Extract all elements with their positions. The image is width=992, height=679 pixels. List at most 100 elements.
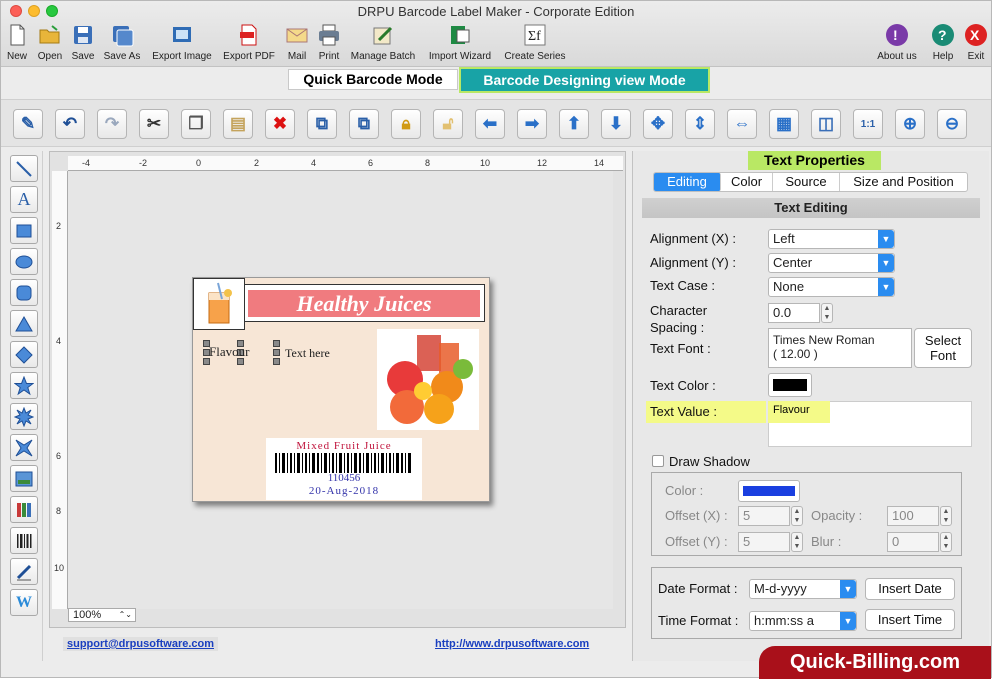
shadow-color-picker[interactable] (738, 480, 800, 502)
barcode-tool-button[interactable] (10, 527, 38, 554)
print-button[interactable]: Print (315, 21, 343, 65)
flavour-text[interactable]: Flavour (209, 344, 249, 360)
signature-tool-button[interactable] (10, 558, 38, 585)
blur-stepper[interactable]: ▲ ▼ (940, 532, 952, 552)
create-series-button[interactable]: Σf Create Series (502, 21, 568, 65)
tab-editing[interactable]: Editing (654, 173, 721, 191)
ruler-button[interactable]: ◫ (811, 109, 841, 139)
grid-button[interactable]: ▦ (769, 109, 799, 139)
selection-handle[interactable] (273, 340, 280, 347)
title-frame[interactable]: Healthy Juices (243, 284, 485, 322)
offset-y-input[interactable]: 5 (738, 532, 790, 552)
vertical-ruler: 2 4 6 8 10 (52, 171, 68, 609)
move-down-button[interactable]: ⬇ (601, 109, 631, 139)
new-button[interactable]: New (5, 21, 29, 65)
insert-time-button[interactable]: Insert Time (865, 609, 955, 631)
redo-button[interactable]: ↷ (97, 109, 127, 139)
opacity-input[interactable]: 100 (887, 506, 939, 526)
zoom-out-button[interactable]: ⊖ (937, 109, 967, 139)
move-right-button[interactable]: ➡ (517, 109, 547, 139)
tab-size-position[interactable]: Size and Position (840, 173, 967, 191)
triangle-tool-button[interactable] (10, 310, 38, 337)
center-button[interactable]: ✥ (643, 109, 673, 139)
print-label: Print (318, 51, 340, 62)
hruler-tick: 4 (311, 158, 317, 168)
character-spacing-input[interactable]: 0.0 (768, 303, 820, 323)
move-up-button[interactable]: ⬆ (559, 109, 589, 139)
bring-front-button[interactable]: ⧉ (307, 109, 337, 139)
selection-handle[interactable] (273, 358, 280, 365)
image-icon (15, 471, 33, 486)
delete-button[interactable]: ✖ (265, 109, 295, 139)
image-tool-button[interactable] (10, 465, 38, 492)
text-color-picker[interactable] (768, 373, 812, 397)
select-font-button[interactable]: Select Font (914, 328, 972, 368)
paste-button[interactable]: ▤ (223, 109, 253, 139)
unlock-button[interactable]: 🔓︎ (433, 109, 463, 139)
send-back-button[interactable]: ⧉ (349, 109, 379, 139)
library-tool-button[interactable] (10, 496, 38, 523)
align-horizontal-button[interactable]: ⇔ (727, 109, 757, 139)
alignment-x-select[interactable]: Left ▼ (768, 229, 895, 249)
export-image-button[interactable]: Export Image (149, 21, 215, 65)
character-spacing-stepper[interactable]: ▲ ▼ (821, 303, 833, 323)
website-link[interactable]: http://www.drpusoftware.com (435, 638, 589, 650)
burst-tool-button[interactable] (10, 403, 38, 430)
manage-batch-button[interactable]: Manage Batch (348, 21, 418, 65)
diamond-tool-button[interactable] (10, 341, 38, 368)
date-format-select[interactable]: M-d-yyyy ▼ (749, 579, 857, 599)
help-button[interactable]: ? Help (930, 21, 956, 65)
concave-star-tool-button[interactable] (10, 434, 38, 461)
align-vertical-button[interactable]: ⇕ (685, 109, 715, 139)
arrow-down-icon: ⬇ (608, 114, 624, 133)
text-case-select[interactable]: None ▼ (768, 277, 895, 297)
move-left-button[interactable]: ⬅ (475, 109, 505, 139)
save-button[interactable]: Save (69, 21, 97, 65)
tab-source[interactable]: Source (773, 173, 840, 191)
save-as-button[interactable]: Save As (101, 21, 143, 65)
alignment-y-value: Center (773, 255, 813, 270)
fruit-image[interactable] (377, 329, 479, 430)
export-pdf-button[interactable]: Export PDF (221, 21, 277, 65)
text-tool-button[interactable]: A (10, 186, 38, 213)
tab-color[interactable]: Color (721, 173, 773, 191)
support-email-link[interactable]: support@drpusoftware.com (63, 637, 219, 651)
offset-x-input[interactable]: 5 (738, 506, 790, 526)
open-button[interactable]: Open (36, 21, 64, 65)
line-tool-button[interactable] (10, 155, 38, 182)
quick-barcode-mode-tab[interactable]: Quick Barcode Mode (288, 69, 458, 90)
draw-shadow-checkbox[interactable] (652, 455, 664, 467)
lock-button[interactable]: 🔒︎ (391, 109, 421, 139)
blur-input[interactable]: 0 (887, 532, 939, 552)
zoom-select[interactable]: 100% ⌃⌄ (68, 608, 136, 622)
zoom-in-button[interactable]: ⊕ (895, 109, 925, 139)
label-design[interactable]: Healthy Juices Flavour Text here Mixed F… (192, 277, 490, 502)
cut-button[interactable]: ✂ (139, 109, 169, 139)
rectangle-tool-button[interactable] (10, 217, 38, 244)
mail-button[interactable]: Mail (284, 21, 310, 65)
barcode-element[interactable]: Mixed Fruit Juice 110456 20-Aug-2018 (266, 438, 422, 500)
insert-date-button[interactable]: Insert Date (865, 578, 955, 600)
text-value-content[interactable]: Flavour (768, 401, 830, 423)
rounded-rect-tool-button[interactable] (10, 279, 38, 306)
star-tool-button[interactable] (10, 372, 38, 399)
barcode-designing-mode-tab[interactable]: Barcode Designing view Mode (459, 67, 710, 93)
alignment-y-select[interactable]: Center ▼ (768, 253, 895, 273)
juice-glass-image[interactable] (193, 278, 245, 330)
text-here-placeholder[interactable]: Text here (285, 346, 330, 361)
ellipse-tool-button[interactable] (10, 248, 38, 275)
offset-y-stepper[interactable]: ▲ ▼ (791, 532, 803, 552)
import-wizard-button[interactable]: Import Wizard (425, 21, 495, 65)
exit-button[interactable]: X Exit (963, 21, 989, 65)
edit-text-button[interactable]: ✎ (13, 109, 43, 139)
copy-button[interactable]: ❐ (181, 109, 211, 139)
actual-size-button[interactable]: 1:1 (853, 109, 883, 139)
opacity-stepper[interactable]: ▲ ▼ (940, 506, 952, 526)
offset-x-stepper[interactable]: ▲ ▼ (791, 506, 803, 526)
watermark-tool-button[interactable]: W (10, 589, 38, 616)
label-title[interactable]: Healthy Juices (248, 290, 480, 317)
time-format-select[interactable]: h:mm:ss a ▼ (749, 611, 857, 631)
about-us-button[interactable]: ! About us (874, 21, 920, 65)
selection-handle[interactable] (273, 349, 280, 356)
undo-button[interactable]: ↶ (55, 109, 85, 139)
